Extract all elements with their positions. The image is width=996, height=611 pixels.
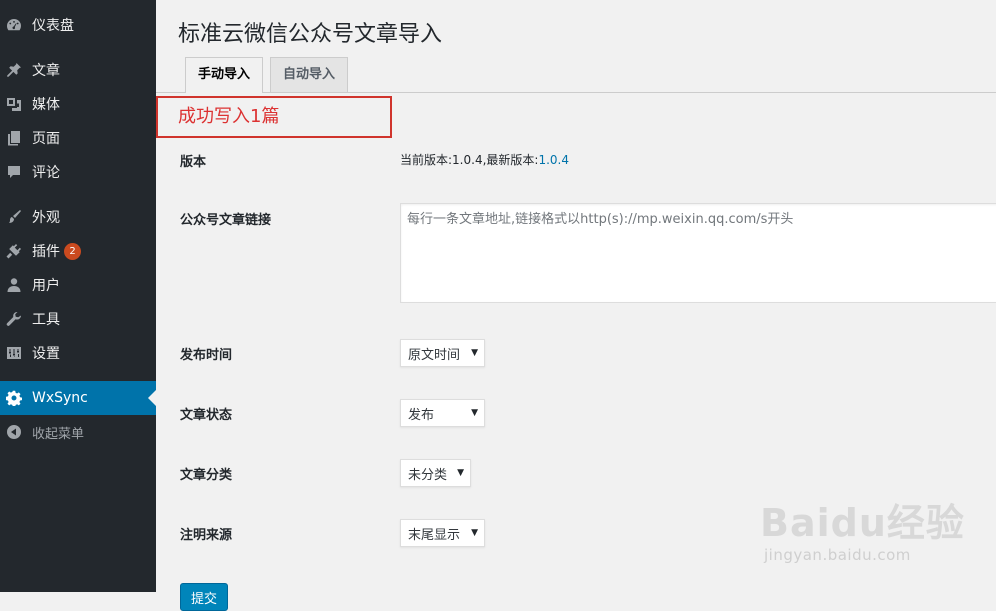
sidebar-item-wxsync[interactable]: WxSync bbox=[0, 381, 156, 415]
tabs-divider bbox=[156, 92, 996, 93]
wrench-icon bbox=[6, 311, 22, 327]
sidebar-item-label: WxSync bbox=[32, 390, 88, 406]
success-notice: 成功写入1篇 bbox=[178, 106, 280, 127]
chevron-down-icon: ▼ bbox=[471, 408, 478, 418]
category-label: 文章分类 bbox=[180, 468, 233, 483]
sidebar-item-settings[interactable]: 设置 bbox=[0, 336, 156, 370]
settings-icon bbox=[6, 345, 22, 361]
sidebar-item-pages[interactable]: 页面 bbox=[0, 121, 156, 155]
sidebar-item-label: 收起菜单 bbox=[32, 426, 85, 442]
sidebar-item-appearance[interactable]: 外观 bbox=[0, 200, 156, 234]
chevron-down-icon: ▼ bbox=[471, 348, 478, 358]
post-status-label: 文章状态 bbox=[180, 408, 233, 423]
chevron-down-icon: ▼ bbox=[471, 528, 478, 538]
tab-auto-import[interactable]: 自动导入 bbox=[270, 57, 349, 92]
sidebar-item-dashboard[interactable]: 仪表盘 bbox=[0, 8, 156, 42]
category-value: 未分类 bbox=[408, 467, 448, 483]
sidebar-item-label: 文章 bbox=[32, 63, 60, 79]
collapse-icon bbox=[6, 424, 22, 440]
submit-button[interactable]: 提交 bbox=[180, 583, 228, 611]
source-note-value: 末尾显示 bbox=[408, 527, 461, 543]
version-label: 版本 bbox=[180, 155, 207, 170]
media-icon bbox=[6, 96, 22, 112]
sidebar-item-label: 工具 bbox=[32, 312, 60, 328]
article-links-textarea[interactable] bbox=[400, 203, 996, 303]
sidebar-item-label: 页面 bbox=[32, 131, 60, 147]
baidu-watermark: Baidu经验 jingyan.baidu.com bbox=[760, 482, 996, 572]
source-note-select[interactable]: 末尾显示 ▼ bbox=[400, 519, 485, 547]
sidebar-item-plugins[interactable]: 插件 2 bbox=[0, 234, 156, 268]
publish-time-value: 原文时间 bbox=[408, 347, 461, 363]
sidebar-item-label: 评论 bbox=[32, 165, 60, 181]
article-links-label: 公众号文章链接 bbox=[180, 213, 272, 228]
watermark-url: jingyan.baidu.com bbox=[764, 546, 911, 564]
current-version-text: 当前版本:1.0.4,最新版本: bbox=[400, 153, 539, 167]
dashboard-icon bbox=[6, 17, 22, 33]
publish-time-select[interactable]: 原文时间 ▼ bbox=[400, 339, 485, 367]
gear-icon bbox=[6, 390, 22, 406]
collapse-menu-button[interactable]: 收起菜单 bbox=[0, 415, 156, 449]
comment-icon bbox=[6, 164, 22, 180]
sidebar-item-comments[interactable]: 评论 bbox=[0, 155, 156, 189]
update-count-badge: 2 bbox=[64, 242, 81, 260]
publish-time-label: 发布时间 bbox=[180, 348, 233, 363]
sidebar-item-media[interactable]: 媒体 bbox=[0, 87, 156, 121]
brush-icon bbox=[6, 209, 22, 225]
user-icon bbox=[6, 277, 22, 293]
sidebar-item-users[interactable]: 用户 bbox=[0, 268, 156, 302]
pin-icon bbox=[6, 62, 22, 78]
category-select[interactable]: 未分类 ▼ bbox=[400, 459, 471, 487]
sidebar-item-label: 外观 bbox=[32, 210, 60, 226]
sidebar-item-posts[interactable]: 文章 bbox=[0, 53, 156, 87]
source-note-label: 注明来源 bbox=[180, 528, 233, 543]
sidebar-item-label: 仪表盘 bbox=[32, 18, 74, 34]
watermark-logo: Baidu经验 bbox=[760, 501, 965, 545]
page-title: 标准云微信公众号文章导入 bbox=[178, 22, 443, 47]
page-icon bbox=[6, 130, 22, 146]
post-status-select[interactable]: 发布 ▼ bbox=[400, 399, 485, 427]
chevron-down-icon: ▼ bbox=[457, 468, 464, 478]
sidebar-item-label: 用户 bbox=[32, 278, 60, 294]
sidebar-item-label: 媒体 bbox=[32, 97, 60, 113]
tab-manual-import[interactable]: 手动导入 bbox=[185, 57, 264, 93]
plugin-icon bbox=[6, 243, 22, 259]
sidebar-item-tools[interactable]: 工具 bbox=[0, 302, 156, 336]
post-status-value: 发布 bbox=[408, 407, 435, 423]
version-value: 当前版本:1.0.4,最新版本:1.0.4 bbox=[400, 151, 569, 168]
latest-version-link[interactable]: 1.0.4 bbox=[538, 153, 569, 167]
admin-sidebar: 仪表盘 文章 媒体 页面 评论 外观 插件 2 用户 工具 设置 WxSync … bbox=[0, 0, 156, 592]
sidebar-item-label: 设置 bbox=[32, 346, 60, 362]
sidebar-item-label: 插件 bbox=[32, 244, 60, 260]
